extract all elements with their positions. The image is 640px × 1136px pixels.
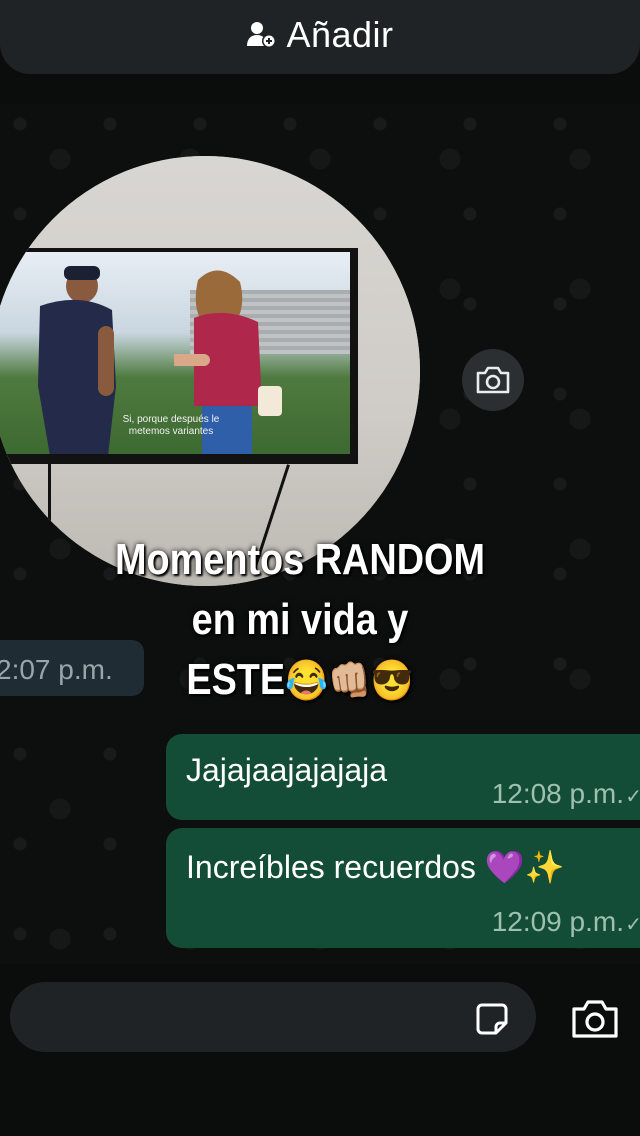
sticker-icon[interactable] [472, 999, 512, 1039]
video-note[interactable]: Si, porque después le metemos variantes [0, 156, 420, 586]
delivered-tick-icon: ✓ [625, 914, 640, 936]
add-contact-label: Añadir [286, 14, 394, 55]
add-contact-button[interactable]: Añadir [0, 0, 640, 74]
person-left [38, 266, 116, 454]
message-text: Increíbles recuerdos 💜✨ [186, 849, 565, 885]
message-text: Jajajaajajajaja [186, 752, 388, 788]
video-camera-button[interactable] [462, 349, 524, 411]
outgoing-message[interactable]: Jajajaajajajaja 12:08 p.m. ✓ [166, 734, 640, 820]
add-contact-icon [247, 22, 277, 48]
message-input[interactable] [10, 982, 536, 1052]
caption-line-2: en mi vida y [191, 595, 409, 644]
incoming-message[interactable]: 2:07 p.m. [0, 640, 144, 696]
tv-cable [48, 462, 51, 582]
tv-frame: Si, porque después le metemos variantes [0, 248, 358, 464]
caption-emojis: 😂👊🏼😎 [285, 659, 414, 703]
delivered-tick-icon: ✓ [625, 786, 640, 808]
message-time: 12:08 p.m. [491, 778, 624, 809]
camera-icon [476, 366, 510, 394]
top-bar: Añadir [0, 0, 640, 104]
composer-bar [0, 964, 640, 1136]
caption-line-1: Momentos RANDOM [115, 535, 485, 584]
camera-button[interactable] [570, 997, 620, 1041]
video-subtitle: Si, porque después le metemos variantes [122, 414, 220, 437]
message-time: 2:07 p.m. [0, 654, 113, 685]
tv-screen: Si, porque después le metemos variantes [0, 252, 350, 454]
outgoing-message[interactable]: Increíbles recuerdos 💜✨ 12:09 p.m. ✓ [166, 828, 640, 948]
message-time: 12:09 p.m. [491, 906, 624, 937]
caption-line-3-text: ESTE [186, 655, 286, 704]
caption-line-3: ESTE😂👊🏼😎 [94, 650, 507, 711]
video-caption: Momentos RANDOM en mi vida y ESTE😂👊🏼😎 [94, 530, 507, 711]
